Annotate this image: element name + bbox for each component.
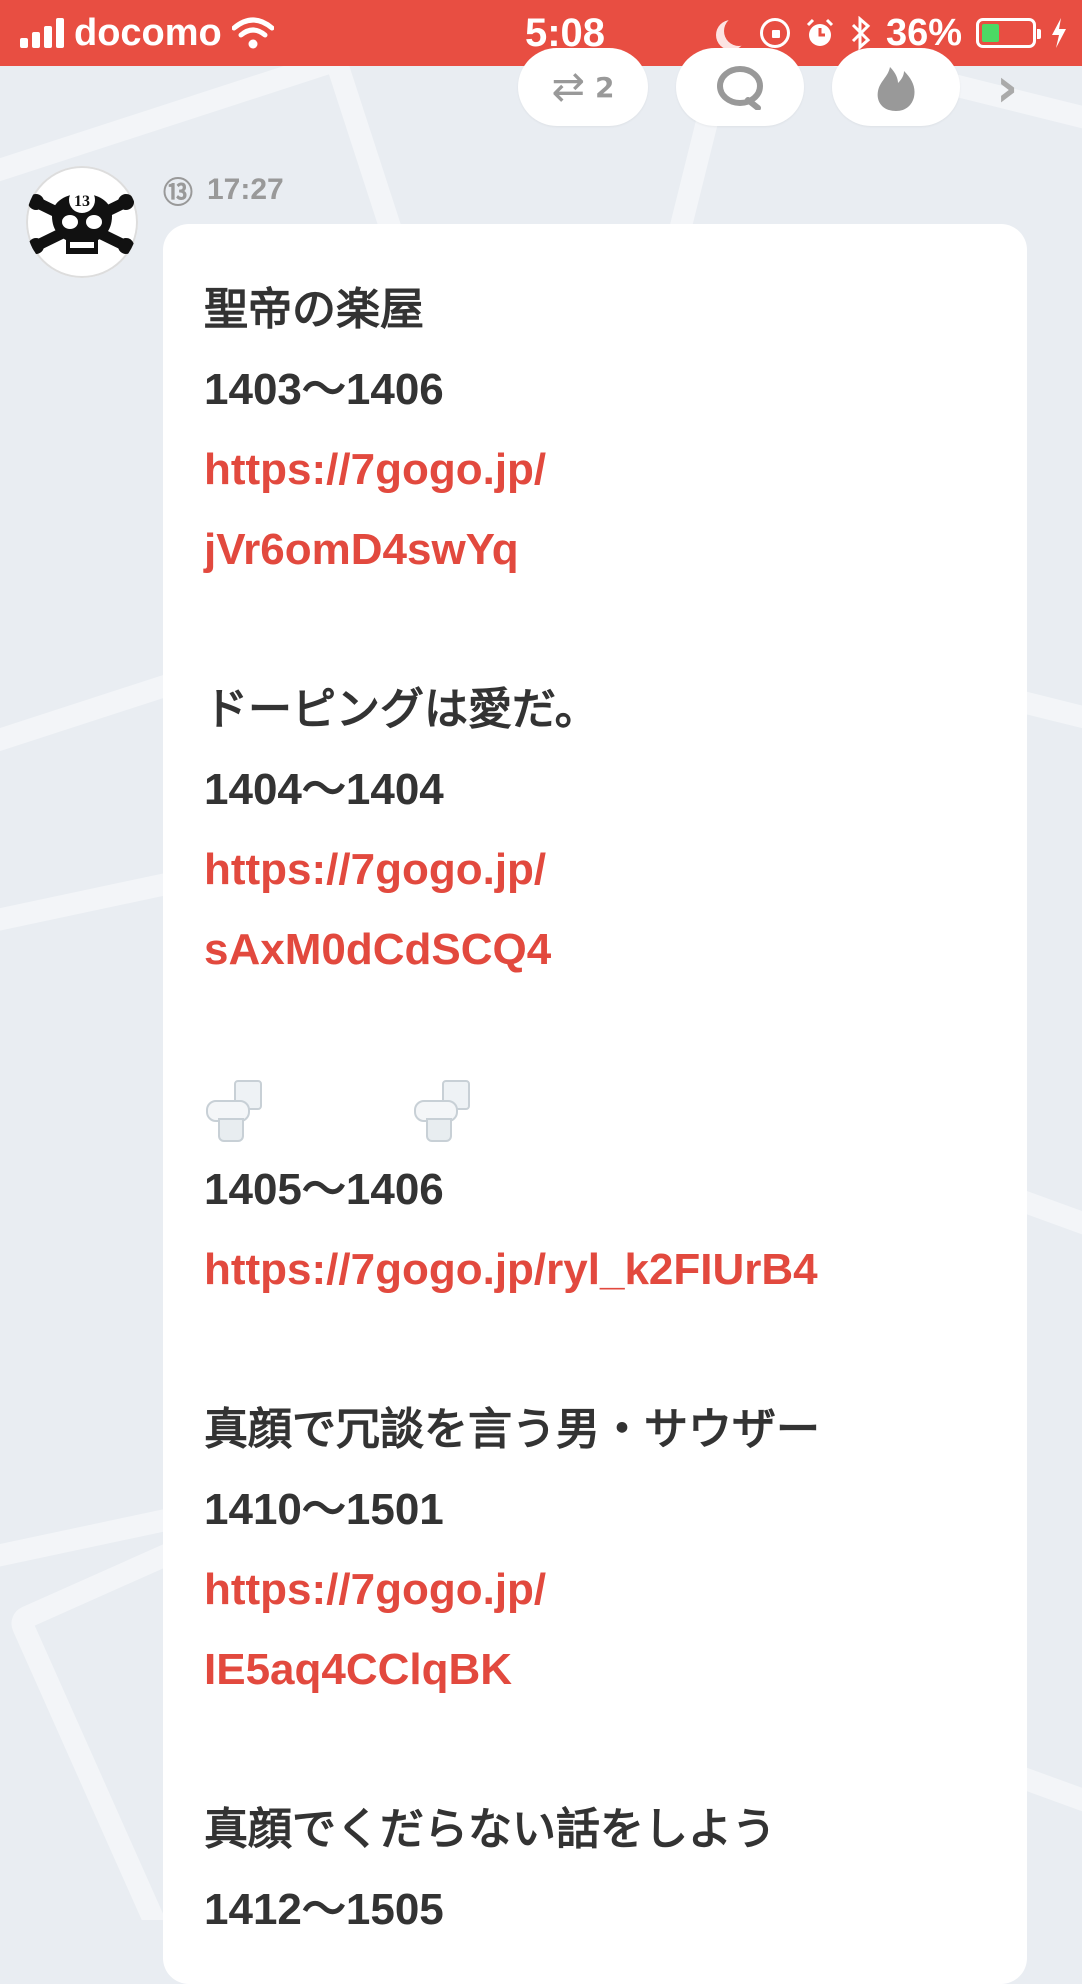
message-link[interactable]: sAxM0dCdSCQ4 — [204, 910, 1004, 990]
post-time: 17:27 — [207, 173, 284, 206]
bluetooth-icon — [851, 16, 871, 50]
message-text-line: 聖帝の楽屋 — [204, 285, 424, 334]
message-link[interactable]: IE5aq4CClqBK — [204, 1630, 1004, 1710]
carrier-name: docomo — [74, 11, 222, 54]
repost-button[interactable]: ⇄ 2 — [518, 48, 648, 126]
comment-icon — [717, 66, 763, 110]
orientation-lock-icon — [759, 18, 790, 48]
message-link[interactable]: https://7gogo.jp/ryl_k2FIUrB4 — [204, 1230, 1004, 1310]
message-link[interactable]: https://7gogo.jp/ — [204, 830, 1004, 910]
alarm-icon — [806, 18, 833, 46]
repost-count: 2 — [595, 70, 615, 104]
message-link[interactable]: https://7gogo.jp/ — [204, 430, 1004, 510]
message-text-line: 1405〜1406 — [204, 1165, 444, 1214]
avatar[interactable]: 13 — [26, 166, 138, 278]
member-badge: ⑬ — [163, 177, 193, 210]
message-link[interactable]: jVr6omD4swYq — [204, 510, 1004, 590]
svg-text:13: 13 — [74, 193, 90, 210]
repost-icon: ⇄ — [551, 64, 586, 110]
message-text-line: 真顔でくだらない話をしよう — [204, 1805, 776, 1854]
fire-reaction-button[interactable] — [832, 48, 960, 126]
message-text-line: 1404〜1404 — [204, 765, 444, 814]
chevron-right-icon[interactable]: › — [996, 56, 1018, 119]
comment-button[interactable] — [676, 48, 804, 126]
message-text-line: 真顔で冗談を言う男・サウザー — [204, 1405, 820, 1454]
message-text-line: ドーピングは愛だ。 — [204, 685, 599, 734]
skull-logo: 13 — [28, 168, 136, 276]
message-text-line: 1412〜1505 — [204, 1885, 444, 1934]
toilet-emoji-line — [204, 1070, 1004, 1150]
do-not-disturb-icon — [724, 16, 754, 46]
toilet-icon — [412, 1080, 470, 1142]
message-text-line: 1403〜1406 — [204, 365, 444, 414]
message-body: 聖帝の楽屋 1403〜1406 https://7gogo.jp/jVr6omD4s… — [204, 270, 1004, 1950]
post-meta: ⑬ 17:27 — [163, 168, 284, 212]
wifi-icon — [231, 17, 274, 49]
battery-icon — [976, 18, 1041, 48]
message-text-line: 1410〜1501 — [204, 1485, 444, 1534]
signal-strength-icon — [20, 18, 64, 48]
charging-icon — [1052, 18, 1066, 48]
fire-icon — [877, 67, 915, 111]
toilet-icon — [204, 1080, 262, 1142]
message-link[interactable]: https://7gogo.jp/ — [204, 1550, 1004, 1630]
